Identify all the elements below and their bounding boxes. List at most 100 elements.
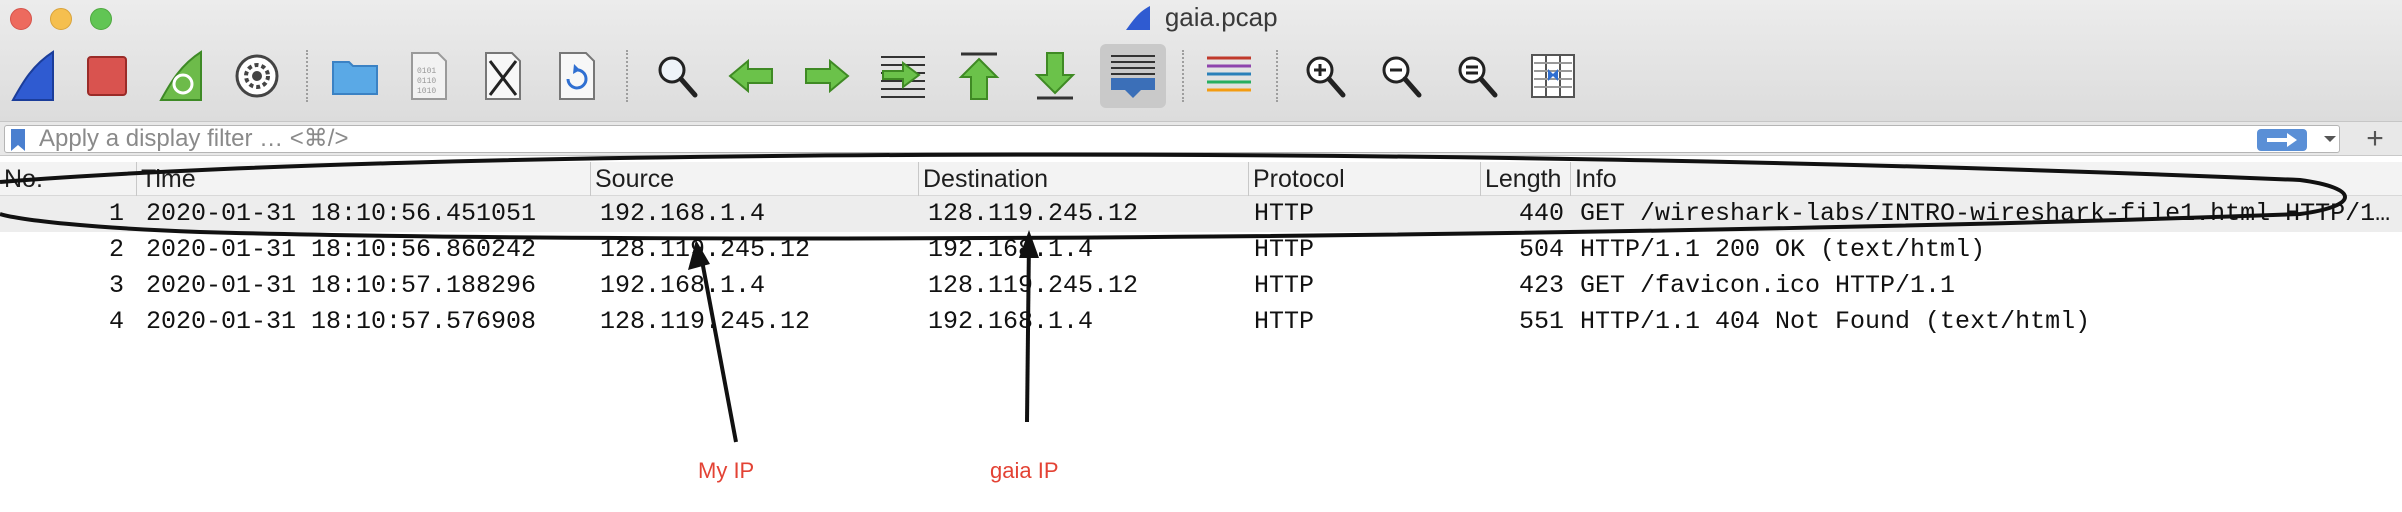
display-filter-bar: + <box>0 122 2402 156</box>
display-filter-field[interactable] <box>4 125 2340 153</box>
packet-time: 2020-01-31 18:10:56.451051 <box>146 199 537 228</box>
packet-info: GET /favicon.ico HTTP/1.1 <box>1580 271 1956 300</box>
zoom-out-button[interactable] <box>1370 44 1432 108</box>
add-filter-button[interactable]: + <box>2360 122 2390 156</box>
packet-destination: 192.168.1.4 <box>928 235 1094 264</box>
resize-columns-icon <box>1531 54 1575 98</box>
my-ip-annotation: My IP <box>698 458 755 483</box>
column-header-protocol[interactable]: Protocol <box>1248 162 1480 196</box>
packet-info: GET /wireshark-labs/INTRO-wireshark-file… <box>1580 199 2392 228</box>
packet-source: 192.168.1.4 <box>600 199 766 228</box>
column-header-destination[interactable]: Destination <box>918 162 1248 196</box>
packet-row[interactable]: 2 2020-01-31 18:10:56.860242 128.119.245… <box>0 232 2402 268</box>
column-header-no[interactable]: No. <box>0 162 136 196</box>
window-chrome: gaia.pcap 0101 0110 1010 <box>0 0 2402 122</box>
packet-list: No. Time Source Destination Protocol Len… <box>0 156 2402 512</box>
zoom-normal-icon <box>1458 56 1498 98</box>
packet-length: 504 <box>1518 235 1564 264</box>
start-capture-button[interactable] <box>2 44 64 108</box>
colorize-button[interactable] <box>1198 44 1260 108</box>
svg-text:1010: 1010 <box>417 87 436 96</box>
packet-protocol: HTTP <box>1254 271 1315 300</box>
arrow-right-icon <box>805 59 850 93</box>
close-file-button[interactable] <box>472 44 534 108</box>
auto-scroll-button[interactable] <box>1100 44 1166 108</box>
packet-time: 2020-01-31 18:10:57.188296 <box>146 271 537 300</box>
packet-length: 423 <box>1518 271 1564 300</box>
packet-row[interactable]: 3 2020-01-31 18:10:57.188296 192.168.1.4… <box>0 268 2402 304</box>
auto-scroll-icon <box>1111 55 1155 98</box>
restart-fin-icon <box>159 50 202 101</box>
apply-filter-button[interactable] <box>2257 129 2307 151</box>
reload-file-button[interactable] <box>546 44 608 108</box>
packet-destination: 192.168.1.4 <box>928 307 1094 336</box>
packet-no: 4 <box>108 307 124 336</box>
packet-list-header: No. Time Source Destination Protocol Len… <box>0 162 2402 196</box>
go-last-packet-button[interactable] <box>1024 44 1086 108</box>
magnifier-icon <box>658 56 698 98</box>
shark-fin-icon <box>1126 5 1151 30</box>
packet-info: HTTP/1.1 404 Not Found (text/html) <box>1580 307 2091 336</box>
display-filter-input[interactable] <box>39 126 2239 152</box>
main-toolbar: 0101 0110 1010 <box>0 44 2402 108</box>
packet-row[interactable]: 1 2020-01-31 18:10:56.451051 192.168.1.4… <box>0 196 2402 232</box>
packet-source: 128.119.245.12 <box>600 235 811 264</box>
reload-file-icon <box>559 52 595 100</box>
arrow-down-last-icon <box>1034 52 1076 100</box>
packet-no: 1 <box>108 199 124 228</box>
packet-protocol: HTTP <box>1254 235 1315 264</box>
packet-time: 2020-01-31 18:10:57.576908 <box>146 307 537 336</box>
column-header-length[interactable]: Length <box>1480 162 1570 196</box>
packet-length: 440 <box>1518 199 1564 228</box>
packet-time: 2020-01-31 18:10:56.860242 <box>146 235 537 264</box>
restart-capture-button[interactable] <box>150 44 212 108</box>
go-back-button[interactable] <box>720 44 782 108</box>
toolbar-separator <box>1182 50 1184 102</box>
toolbar-separator <box>306 50 308 102</box>
window-title: gaia.pcap <box>1164 2 1278 32</box>
packet-source: 192.168.1.4 <box>600 271 766 300</box>
column-header-time[interactable]: Time <box>136 162 590 196</box>
go-forward-button[interactable] <box>796 44 858 108</box>
packet-protocol: HTTP <box>1254 199 1315 228</box>
arrow-right-icon <box>2267 133 2297 147</box>
packet-no: 3 <box>108 271 124 300</box>
zoom-out-icon <box>1382 56 1422 98</box>
packet-protocol: HTTP <box>1254 307 1315 336</box>
close-file-icon <box>485 52 521 100</box>
folder-icon <box>332 61 378 95</box>
stop-capture-button[interactable] <box>76 44 138 108</box>
arrow-left-icon <box>728 59 773 93</box>
resize-columns-button[interactable] <box>1522 44 1584 108</box>
packet-destination: 128.119.245.12 <box>928 199 1139 228</box>
packet-destination: 128.119.245.12 <box>928 271 1139 300</box>
capture-options-button[interactable] <box>226 44 288 108</box>
colorize-lines-icon <box>1207 56 1251 92</box>
go-first-packet-button[interactable] <box>948 44 1010 108</box>
packet-no: 2 <box>108 235 124 264</box>
toolbar-separator <box>1276 50 1278 102</box>
gaia-ip-annotation: gaia IP <box>990 458 1059 483</box>
chevron-down-icon[interactable] <box>2321 130 2339 148</box>
find-packet-button[interactable] <box>646 44 708 108</box>
zoom-in-button[interactable] <box>1294 44 1356 108</box>
open-file-button[interactable] <box>324 44 386 108</box>
stop-square-icon <box>87 56 127 96</box>
go-to-packet-button[interactable] <box>872 44 934 108</box>
zoom-in-icon <box>1306 56 1346 98</box>
normal-size-button[interactable] <box>1446 44 1508 108</box>
gear-icon <box>235 54 279 98</box>
shark-fin-icon <box>11 50 54 101</box>
packet-row[interactable]: 4 2020-01-31 18:10:57.576908 128.119.245… <box>0 304 2402 340</box>
jump-to-packet-icon <box>881 56 925 98</box>
column-header-info[interactable]: Info <box>1570 162 2402 196</box>
svg-text:0101: 0101 <box>417 67 436 76</box>
window-title-bar: gaia.pcap <box>0 2 2402 33</box>
svg-text:0110: 0110 <box>417 77 436 86</box>
save-file-button[interactable]: 0101 0110 1010 <box>398 44 460 108</box>
packet-info: HTTP/1.1 200 OK (text/html) <box>1580 235 1986 264</box>
packet-source: 128.119.245.12 <box>600 307 811 336</box>
packet-length: 551 <box>1518 307 1564 336</box>
column-header-source[interactable]: Source <box>590 162 918 196</box>
bookmark-icon[interactable] <box>9 128 27 152</box>
